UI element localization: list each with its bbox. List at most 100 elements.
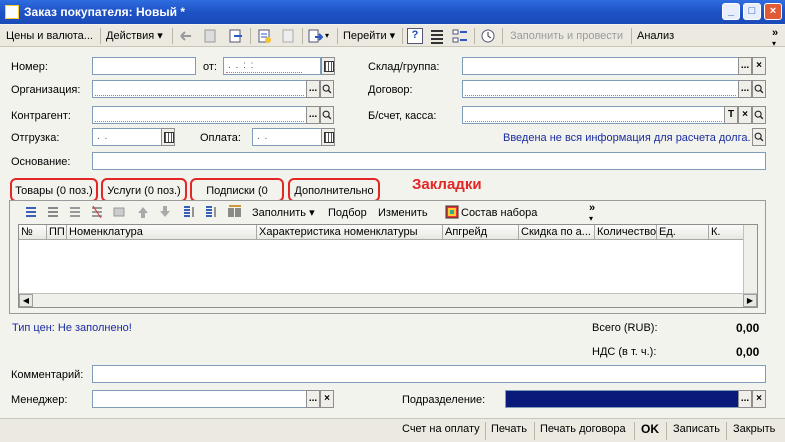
department-field[interactable] (505, 390, 739, 408)
clear-icon[interactable]: × (320, 390, 334, 408)
column-header[interactable]: Характеристика номенклатуры (257, 225, 443, 240)
warehouse-field[interactable] (462, 57, 739, 75)
manager-field[interactable] (92, 390, 307, 408)
barcode-icon[interactable] (228, 205, 242, 219)
calendar-icon[interactable] (321, 57, 335, 75)
minimize-button[interactable]: _ (722, 3, 740, 20)
shipment-date-field[interactable]: . . (92, 128, 162, 146)
payment-date-field[interactable]: . . (252, 128, 322, 146)
ok-button[interactable]: OK (641, 422, 659, 436)
actions-menu[interactable]: Действия ▾ (106, 27, 163, 45)
search-icon[interactable] (752, 128, 766, 146)
select-button[interactable]: ... (306, 390, 320, 408)
save-button[interactable]: Записать (673, 423, 720, 435)
toolbar-separator (485, 422, 486, 440)
account-field[interactable] (462, 106, 725, 124)
kit-composition-button[interactable]: Состав набора (461, 205, 537, 221)
clear-icon[interactable]: × (738, 106, 752, 124)
clock-icon[interactable] (480, 28, 496, 44)
change-button[interactable]: Изменить (378, 205, 428, 221)
organization-field[interactable] (92, 80, 307, 98)
counterparty-field[interactable] (92, 106, 307, 124)
back-arrow-icon[interactable] (178, 28, 194, 44)
fill-menu[interactable]: Заполнить ▾ (252, 205, 315, 221)
search-icon[interactable] (752, 106, 766, 124)
total-value: 0,00 (736, 321, 760, 335)
type-icon[interactable]: T (724, 106, 738, 124)
select-button[interactable]: ... (738, 390, 752, 408)
copy-doc-icon[interactable] (203, 28, 219, 44)
comment-field[interactable] (92, 365, 766, 383)
close-window-button[interactable]: × (764, 3, 782, 20)
select-button[interactable]: ... (738, 57, 752, 75)
column-header[interactable]: Скидка по а... (519, 225, 595, 240)
go-to-menu[interactable]: Перейти ▾ (343, 27, 395, 45)
basis-field[interactable] (92, 152, 766, 170)
chevron-down-icon[interactable]: ▾ (772, 35, 776, 53)
search-icon[interactable] (320, 106, 334, 124)
tab-goods[interactable]: Товары (0 поз.) (14, 182, 94, 200)
clear-icon[interactable]: × (752, 57, 766, 75)
sort-descending-icon[interactable] (204, 205, 218, 219)
copy-row-icon[interactable] (46, 205, 60, 219)
vertical-scrollbar[interactable] (743, 225, 757, 295)
select-button[interactable]: ... (306, 80, 320, 98)
selection-button[interactable]: Подбор (328, 205, 367, 221)
structure-icon[interactable] (452, 28, 468, 44)
price-type-warning[interactable]: Тип цен: Не заполнено! (12, 322, 132, 334)
refresh-icon[interactable] (228, 28, 244, 44)
contract-field[interactable] (462, 80, 739, 98)
fill-and-post-button[interactable]: Заполнить и провести (510, 27, 623, 45)
edit-row-icon[interactable] (68, 205, 82, 219)
maximize-button[interactable]: □ (743, 3, 761, 20)
move-up-icon[interactable] (136, 205, 150, 219)
toolbar-separator (337, 28, 338, 44)
list-view-icon[interactable] (429, 28, 445, 44)
close-button[interactable]: Закрыть (733, 423, 775, 435)
search-icon[interactable] (320, 80, 334, 98)
select-button[interactable]: ... (306, 106, 320, 124)
goods-table[interactable]: № ПП Номенклатура Характеристика номенкл… (18, 224, 758, 308)
go-to-document-icon[interactable] (307, 28, 323, 44)
scroll-left-icon[interactable]: ◀ (19, 294, 33, 307)
column-header[interactable]: ПП (47, 225, 67, 240)
end-edit-icon[interactable] (112, 205, 126, 219)
chevron-down-icon[interactable]: ▾ (325, 27, 329, 45)
column-header[interactable]: Апгрейд (443, 225, 519, 240)
contract-label: Договор: (368, 84, 413, 96)
app-icon (5, 5, 19, 19)
tab-additional[interactable]: Дополнительно (291, 182, 377, 200)
analysis-button[interactable]: Анализ (637, 27, 674, 45)
calendar-icon[interactable] (161, 128, 175, 146)
invoice-button[interactable]: Счет на оплату (402, 423, 480, 435)
search-icon[interactable] (752, 80, 766, 98)
tab-subscriptions[interactable]: Подписки (0 поз.) (193, 182, 281, 215)
calendar-icon[interactable] (321, 128, 335, 146)
basis-label: Основание: (11, 156, 71, 168)
column-header[interactable]: Ед. (657, 225, 709, 240)
scroll-right-icon[interactable]: ▶ (743, 294, 757, 307)
column-header[interactable]: Номенклатура (67, 225, 257, 240)
tab-services[interactable]: Услуги (0 поз.) (104, 182, 184, 200)
add-row-icon[interactable] (24, 205, 38, 219)
help-icon[interactable]: ? (407, 28, 423, 44)
print-button[interactable]: Печать (491, 423, 527, 435)
sort-ascending-icon[interactable] (182, 205, 196, 219)
warehouse-label: Склад/группа: (368, 61, 440, 73)
column-header[interactable]: Количество (595, 225, 657, 240)
kit-icon[interactable] (445, 205, 459, 219)
horizontal-scrollbar[interactable]: ◀ ▶ (19, 293, 757, 307)
number-field[interactable] (92, 57, 196, 75)
toolbar-separator (631, 28, 632, 44)
vat-label: НДС (в т. ч.): (592, 346, 657, 358)
clear-icon[interactable]: × (752, 390, 766, 408)
date-field[interactable]: . . : : (223, 57, 321, 75)
unpost-document-icon[interactable] (280, 28, 296, 44)
delete-row-icon[interactable] (90, 205, 104, 219)
move-down-icon[interactable] (158, 205, 172, 219)
select-button[interactable]: ... (738, 80, 752, 98)
print-contract-button[interactable]: Печать договора (540, 423, 626, 435)
column-header[interactable]: № (19, 225, 47, 240)
prices-currency-button[interactable]: Цены и валюта... (6, 27, 93, 45)
post-document-icon[interactable] (256, 28, 272, 44)
